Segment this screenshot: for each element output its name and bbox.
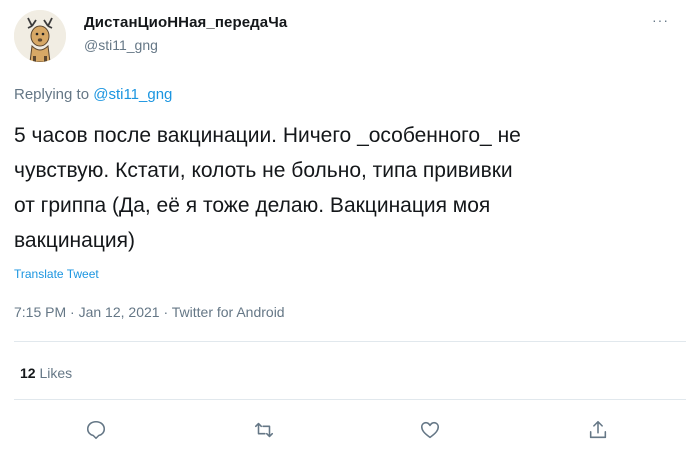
heart-icon [420, 421, 440, 439]
reply-button[interactable] [82, 416, 110, 444]
tweet-card: ДистанЦиоННая_передаЧа @sti11_gng ··· Re… [0, 0, 700, 464]
meta-separator: · [163, 304, 169, 320]
likes-count[interactable]: 12 Likes [20, 365, 72, 381]
share-icon [589, 420, 607, 439]
tweet-source[interactable]: Twitter for Android [172, 304, 285, 320]
deer-avatar-icon [14, 10, 66, 62]
divider [14, 341, 686, 342]
tweet-date[interactable]: Jan 12, 2021 [79, 304, 160, 320]
user-handle[interactable]: @sti11_gng [84, 37, 158, 53]
tweet-meta: 7:15 PM · Jan 12, 2021 · Twitter for And… [14, 304, 285, 320]
tweet-time[interactable]: 7:15 PM [14, 304, 66, 320]
reply-mention-link[interactable]: @sti11_gng [93, 86, 172, 103]
likes-number: 12 [20, 365, 36, 381]
display-name[interactable]: ДистанЦиоННая_передаЧа [84, 14, 287, 31]
retweet-button[interactable] [250, 416, 278, 444]
tweet-text-line: чувствую. Кстати, колоть не больно, типа… [14, 159, 513, 182]
replying-to-label: Replying to [14, 86, 90, 103]
share-button[interactable] [584, 416, 612, 444]
meta-separator: · [70, 304, 75, 320]
tweet-text-line: вакцинация) [14, 229, 135, 252]
replying-to: Replying to @sti11_gng [14, 86, 172, 103]
more-options-icon[interactable]: ··· [652, 13, 674, 27]
likes-label: Likes [39, 365, 73, 381]
like-button[interactable] [416, 416, 444, 444]
tweet-text-line: 5 часов после вакцинации. Ничего _особен… [14, 124, 521, 147]
tweet-text-line: от гриппа (Да, её я тоже делаю. Вакцинац… [14, 194, 491, 217]
divider [14, 399, 686, 400]
reply-icon [86, 420, 106, 440]
avatar[interactable] [14, 10, 66, 62]
tweet-text: 5 часов после вакцинации. Ничего _особен… [14, 118, 684, 258]
retweet-icon [254, 422, 274, 438]
translate-tweet-link[interactable]: Translate Tweet [14, 267, 99, 281]
